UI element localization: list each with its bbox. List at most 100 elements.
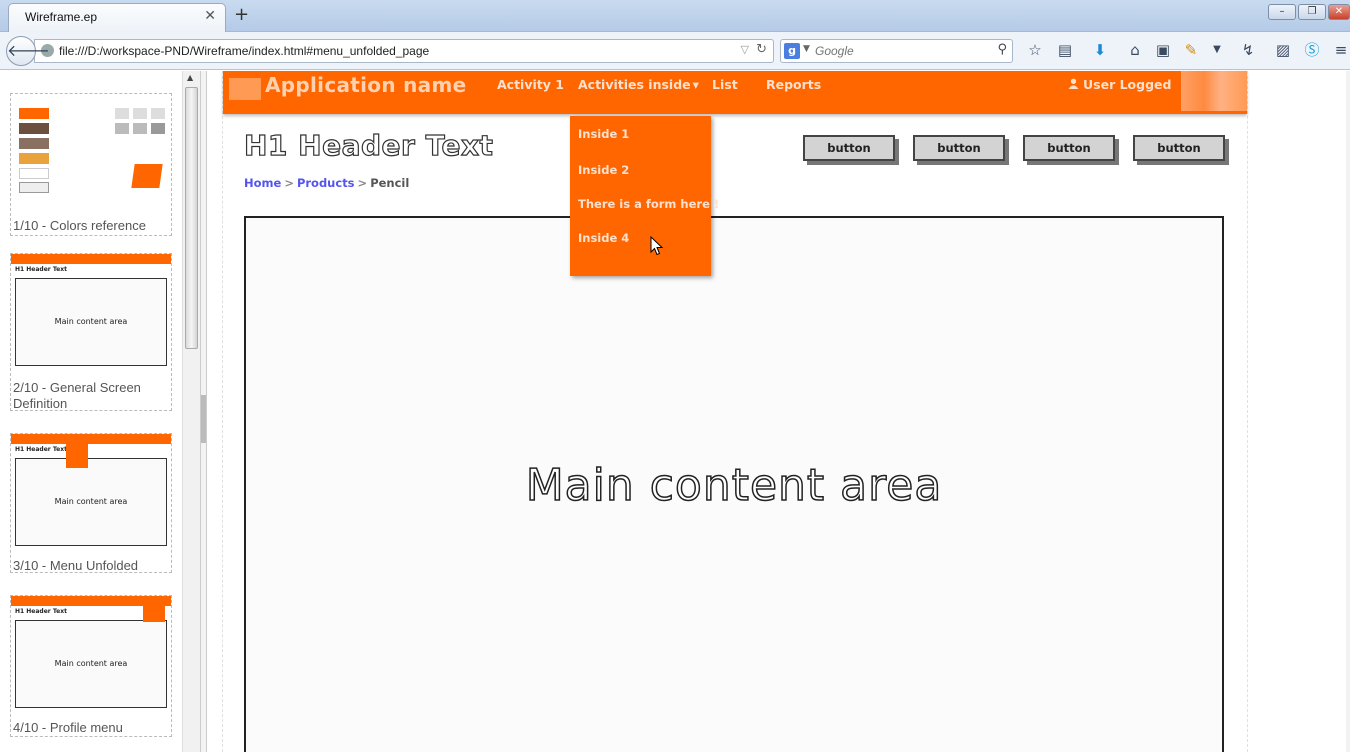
breadcrumb: Home > Products > Pencil xyxy=(244,176,409,190)
main-content-label: Main content area xyxy=(525,459,943,512)
mini-content-box: Main content area xyxy=(15,620,167,708)
home-icon[interactable]: ⌂ xyxy=(1125,40,1145,60)
mini-h1: H1 Header Text xyxy=(15,266,67,273)
color-swatch xyxy=(19,182,49,193)
panel-splitter[interactable] xyxy=(200,71,207,752)
window-close-button[interactable]: ✕ xyxy=(1328,4,1350,20)
back-button[interactable]: 🡐 xyxy=(6,36,50,66)
slide-caption: 3/10 - Menu Unfolded xyxy=(13,558,139,573)
color-swatch xyxy=(115,108,129,119)
color-swatch xyxy=(19,123,49,134)
thumbnail-image: H1 Header Text Main content area xyxy=(11,434,171,554)
dropdown-item-inside-1[interactable]: Inside 1 xyxy=(578,127,629,141)
screenshot-icon[interactable]: ▣ xyxy=(1153,40,1173,60)
nav-item-list[interactable]: List xyxy=(712,77,738,92)
scroll-up-icon[interactable]: ▲ xyxy=(187,73,193,82)
action-button-4[interactable]: button xyxy=(1133,135,1225,161)
nav-label: Reports xyxy=(766,77,822,92)
slide-caption: 4/10 - Profile menu xyxy=(13,720,123,735)
download-icon[interactable]: ⬇ xyxy=(1090,40,1110,60)
dropdown-item-inside-4[interactable]: Inside 4 xyxy=(578,231,629,245)
app-logo[interactable] xyxy=(229,78,261,100)
extension-icon[interactable]: ✎ xyxy=(1181,40,1201,60)
back-arrow-icon: 🡐 xyxy=(7,41,50,60)
dropdown-caret-icon: ▾ xyxy=(692,77,699,92)
page-title: H1 Header Text xyxy=(243,128,494,162)
bookmark-star-icon[interactable]: ☆ xyxy=(1025,40,1045,60)
user-menu[interactable]: User Logged xyxy=(1068,77,1171,92)
window-minimize-button[interactable]: – xyxy=(1268,4,1296,20)
thumbnail-image: H1 Header Text Main content area xyxy=(11,596,171,716)
action-button-3[interactable]: button xyxy=(1023,135,1115,161)
user-label: User Logged xyxy=(1083,77,1172,92)
thumbnail-image: H1 Header Text Main content area xyxy=(11,254,171,374)
search-bar[interactable]: g ▼ ⚲ xyxy=(780,39,1013,63)
app-header-bar: Application name Activity 1 Activities i… xyxy=(223,71,1247,114)
dropdown-item-inside-2[interactable]: Inside 2 xyxy=(578,163,629,177)
skype-icon[interactable]: Ⓢ xyxy=(1302,40,1322,60)
dropdown-item-form[interactable]: There is a form here ! xyxy=(578,197,719,211)
color-swatch xyxy=(133,123,147,134)
menu-icon[interactable]: ≡ xyxy=(1331,40,1350,60)
reload-icon[interactable]: ↻ xyxy=(756,42,767,57)
breadcrumb-current: Pencil xyxy=(370,176,410,190)
mouse-cursor-icon xyxy=(650,236,664,256)
breadcrumb-home[interactable]: Home xyxy=(244,176,281,190)
avatar[interactable] xyxy=(1181,71,1247,111)
browser-tab[interactable]: Wireframe.ep ✕ xyxy=(8,3,226,32)
color-swatch xyxy=(19,168,49,179)
color-swatch xyxy=(115,123,129,134)
nav-label: List xyxy=(712,77,738,92)
reading-list-icon[interactable]: ▤ xyxy=(1055,40,1075,60)
color-swatch xyxy=(151,123,165,134)
mini-app-bar xyxy=(11,434,171,444)
url-dropdown-icon[interactable]: ▽ xyxy=(741,43,749,56)
window-maximize-button[interactable]: ❐ xyxy=(1298,4,1326,20)
color-swatch xyxy=(19,153,49,164)
new-tab-button[interactable]: + xyxy=(234,4,249,25)
mini-profile-menu xyxy=(143,604,165,622)
breadcrumb-separator: > xyxy=(284,176,294,190)
extension-dropdown-icon[interactable]: ▼ xyxy=(1207,40,1227,60)
tab-close-icon[interactable]: ✕ xyxy=(204,8,216,24)
color-swatch xyxy=(19,108,49,119)
search-engine-icon[interactable]: g xyxy=(784,43,800,59)
slide-thumbnail[interactable]: 1/10 - Colors reference xyxy=(10,93,172,236)
browser-navbar: file:///D:/workspace-PND/Wireframe/index… xyxy=(0,32,1350,70)
slide-thumbnail[interactable]: H1 Header Text Main content area 2/10 - … xyxy=(10,253,172,411)
nav-item-reports[interactable]: Reports xyxy=(766,77,821,92)
nav-item-activities-inside[interactable]: Activities inside ▾ xyxy=(578,77,699,92)
color-swatch xyxy=(19,138,49,149)
user-icon xyxy=(1068,78,1079,89)
slide-caption: 1/10 - Colors reference xyxy=(13,218,146,233)
tab-title: Wireframe.ep xyxy=(25,10,98,24)
search-input[interactable] xyxy=(815,44,985,58)
main-content-area: Main content area xyxy=(244,216,1224,752)
slide-thumbnail[interactable]: H1 Header Text Main content area 3/10 - … xyxy=(10,433,172,573)
orange-cube-image xyxy=(131,164,163,188)
breadcrumb-products[interactable]: Products xyxy=(297,176,355,190)
mini-content-label: Main content area xyxy=(54,317,128,326)
nav-label: Activity 1 xyxy=(497,77,564,92)
addon-icon[interactable]: ▨ xyxy=(1273,40,1293,60)
mini-content-box: Main content area xyxy=(15,458,167,546)
sidebar-scroll-thumb[interactable] xyxy=(185,87,198,349)
mini-dropdown xyxy=(66,444,88,468)
url-bar[interactable]: file:///D:/workspace-PND/Wireframe/index… xyxy=(34,39,774,63)
search-engine-dropdown-icon[interactable]: ▼ xyxy=(803,44,810,54)
page-scrollbar[interactable] xyxy=(1346,71,1350,752)
sidebar-scrollbar[interactable]: ▲ xyxy=(182,71,200,752)
nav-label: Activities inside xyxy=(578,77,691,92)
action-button-1[interactable]: button xyxy=(803,135,895,161)
slide-thumbnail[interactable]: H1 Header Text Main content area 4/10 - … xyxy=(10,595,172,737)
action-button-2[interactable]: button xyxy=(913,135,1005,161)
search-icon[interactable]: ⚲ xyxy=(997,42,1007,57)
slides-panel: 1/10 - Colors reference H1 Header Text M… xyxy=(0,71,182,752)
nav-item-activity-1[interactable]: Activity 1 xyxy=(497,77,564,92)
mini-content-label: Main content area xyxy=(54,497,128,506)
splitter-grip[interactable] xyxy=(201,395,206,443)
app-name[interactable]: Application name xyxy=(265,73,466,97)
url-text[interactable]: file:///D:/workspace-PND/Wireframe/index… xyxy=(59,44,429,58)
thumbnail-image xyxy=(11,94,171,216)
sync-icon[interactable]: ↯ xyxy=(1238,40,1258,60)
